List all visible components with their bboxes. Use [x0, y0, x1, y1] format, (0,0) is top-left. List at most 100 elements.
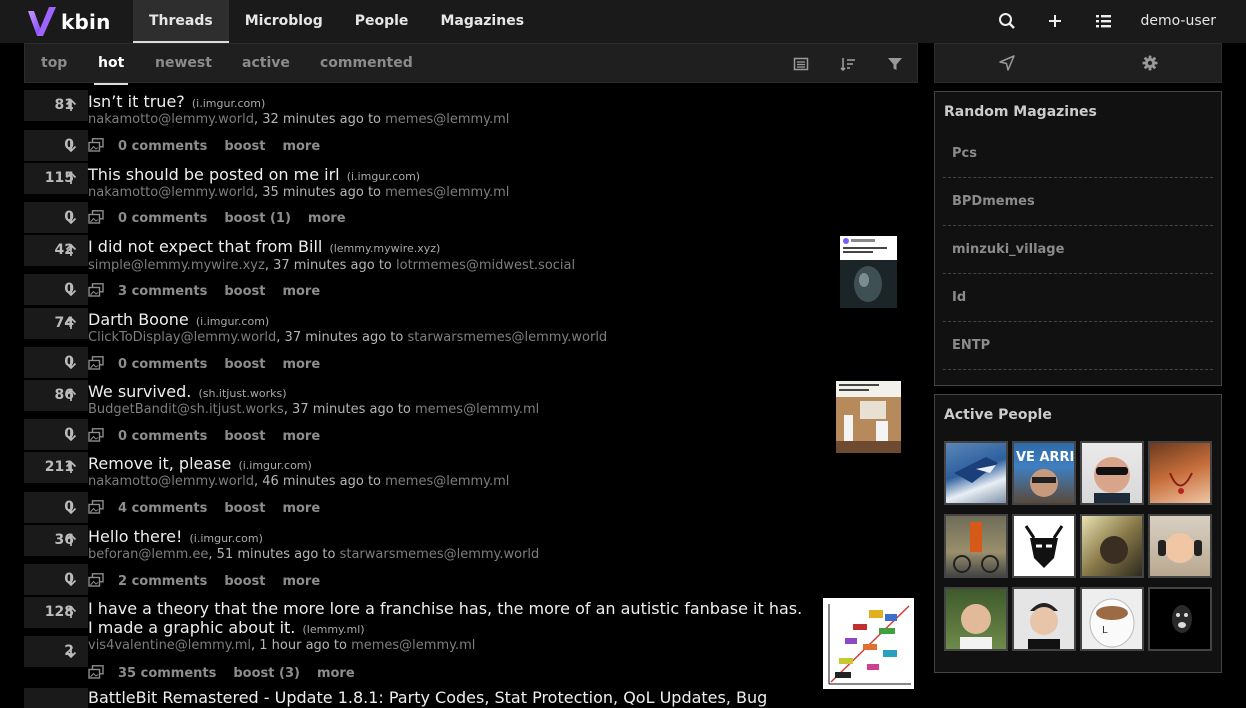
avatar[interactable]: L — [1080, 587, 1144, 651]
author-link[interactable]: BudgetBandit@sh.itjust.works — [88, 402, 284, 417]
entry-title[interactable]: I did not expect that from Bill (lemmy.m… — [88, 237, 440, 256]
magazine-link[interactable]: memes@lemmy.ml — [385, 474, 509, 489]
entry-title[interactable]: Darth Boone (i.imgur.com) — [88, 310, 269, 329]
nav-magazines[interactable]: Magazines — [424, 0, 540, 43]
magazine-link[interactable]: starwarsmemes@lemmy.world — [407, 330, 607, 345]
gallery-icon[interactable] — [88, 138, 104, 152]
upvote-button[interactable] — [24, 688, 88, 708]
magazine-link[interactable]: ENTP — [943, 322, 1213, 370]
entry-title[interactable]: This should be posted on me irl (i.imgur… — [88, 165, 420, 184]
author-link[interactable]: nakamotto@lemmy.world — [88, 112, 254, 127]
add-icon[interactable] — [1046, 12, 1064, 30]
magazine-link[interactable]: memes@lemmy.ml — [385, 112, 509, 127]
boost-button[interactable]: boost — [224, 501, 265, 516]
navigation-icon[interactable] — [999, 55, 1015, 71]
boost-button[interactable]: boost — [224, 284, 265, 299]
kbin-logo[interactable]: kbin — [28, 7, 111, 36]
magazine-link[interactable]: memes@lemmy.ml — [385, 185, 509, 200]
downvote-button[interactable]: 0 — [24, 274, 88, 305]
upvote-button[interactable]: 81 — [24, 90, 88, 121]
avatar[interactable] — [944, 441, 1008, 505]
layout-icon[interactable] — [793, 56, 809, 72]
boost-button[interactable]: boost — [224, 429, 265, 444]
comments-link[interactable]: 2 comments — [118, 574, 207, 589]
gallery-icon[interactable] — [88, 500, 104, 514]
user-menu[interactable]: demo-user — [1140, 13, 1216, 29]
avatar[interactable] — [944, 587, 1008, 651]
avatar[interactable] — [944, 514, 1008, 578]
entry-title[interactable]: Isn’t it true? (i.imgur.com) — [88, 92, 265, 111]
author-link[interactable]: simple@lemmy.mywire.xyz — [88, 258, 265, 273]
comments-link[interactable]: 0 comments — [118, 357, 207, 372]
upvote-button[interactable]: 86 — [24, 380, 88, 411]
comments-link[interactable]: 0 comments — [118, 429, 207, 444]
author-link[interactable]: nakamotto@lemmy.world — [88, 474, 254, 489]
gallery-icon[interactable] — [88, 356, 104, 370]
author-link[interactable]: vis4valentine@lemmy.ml — [88, 638, 251, 653]
magazine-link[interactable]: lotrmemes@midwest.social — [396, 258, 575, 273]
more-button[interactable]: more — [308, 211, 346, 226]
avatar[interactable] — [1148, 441, 1212, 505]
author-link[interactable]: ClickToDisplay@lemmy.world — [88, 330, 276, 345]
downvote-button[interactable]: 0 — [24, 564, 88, 595]
sort-newest[interactable]: newest — [155, 55, 212, 71]
gallery-icon[interactable] — [88, 573, 104, 587]
sort-top[interactable]: top — [41, 55, 67, 71]
more-button[interactable]: more — [317, 666, 355, 681]
avatar[interactable] — [1012, 514, 1076, 578]
boost-button[interactable]: boost (3) — [233, 666, 300, 681]
nav-microblog[interactable]: Microblog — [229, 0, 339, 43]
entry-title[interactable]: Remove it, please (i.imgur.com) — [88, 454, 312, 473]
entry-thumbnail[interactable] — [836, 381, 901, 453]
comments-link[interactable]: 3 comments — [118, 284, 207, 299]
more-button[interactable]: more — [282, 284, 320, 299]
magazine-link[interactable]: memes@lemmy.ml — [415, 402, 539, 417]
upvote-button[interactable]: 42 — [24, 235, 88, 266]
entry-title[interactable]: BattleBit Remastered - Update 1.8.1: Par… — [88, 688, 767, 707]
entry-title-line-2[interactable]: I made a graphic about it. (lemmy.ml) — [88, 618, 365, 637]
avatar[interactable] — [1148, 514, 1212, 578]
avatar[interactable]: VE ARRIVE — [1012, 441, 1076, 505]
upvote-button[interactable]: 74 — [24, 308, 88, 339]
gear-icon[interactable] — [1142, 55, 1158, 71]
downvote-button[interactable]: 0 — [24, 347, 88, 378]
more-button[interactable]: more — [282, 357, 320, 372]
boost-button[interactable]: boost (1) — [224, 211, 291, 226]
upvote-button[interactable]: 36 — [24, 525, 88, 556]
comments-link[interactable]: 4 comments — [118, 501, 207, 516]
more-button[interactable]: more — [282, 139, 320, 154]
sort-hot[interactable]: hot — [93, 55, 129, 85]
search-icon[interactable] — [998, 12, 1016, 30]
sort-icon[interactable] — [840, 56, 856, 72]
upvote-button[interactable]: 115 — [24, 163, 88, 194]
avatar[interactable] — [1148, 587, 1212, 651]
magazine-link[interactable]: starwarsmemes@lemmy.world — [340, 547, 540, 562]
boost-button[interactable]: boost — [224, 574, 265, 589]
nav-people[interactable]: People — [339, 0, 425, 43]
downvote-button[interactable]: 0 — [24, 202, 88, 233]
entry-thumbnail[interactable] — [840, 236, 897, 308]
comments-link[interactable]: 35 comments — [118, 666, 216, 681]
gallery-icon[interactable] — [88, 428, 104, 442]
boost-button[interactable]: boost — [224, 139, 265, 154]
gallery-icon[interactable] — [88, 283, 104, 297]
comments-link[interactable]: 0 comments — [118, 211, 207, 226]
magazine-link[interactable]: minzuki_village — [943, 226, 1213, 274]
author-link[interactable]: beforan@lemm.ee — [88, 547, 208, 562]
gallery-icon[interactable] — [88, 665, 104, 679]
filter-icon[interactable] — [887, 56, 903, 72]
list-icon[interactable] — [1094, 12, 1112, 30]
upvote-button[interactable]: 128 — [24, 597, 88, 628]
boost-button[interactable]: boost — [224, 357, 265, 372]
downvote-button[interactable]: 0 — [24, 419, 88, 450]
magazine-link[interactable]: memes@lemmy.ml — [351, 638, 475, 653]
entry-title[interactable]: Hello there! (i.imgur.com) — [88, 527, 263, 546]
entry-title[interactable]: We survived. (sh.itjust.works) — [88, 382, 287, 401]
downvote-button[interactable]: 2 — [24, 636, 88, 667]
entry-title[interactable]: I have a theory that the more lore a fra… — [88, 599, 802, 618]
downvote-button[interactable]: 0 — [24, 492, 88, 523]
magazine-link[interactable]: Pcs — [943, 130, 1213, 178]
downvote-button[interactable]: 0 — [24, 130, 88, 161]
avatar[interactable] — [1080, 441, 1144, 505]
nav-threads[interactable]: Threads — [133, 0, 229, 43]
